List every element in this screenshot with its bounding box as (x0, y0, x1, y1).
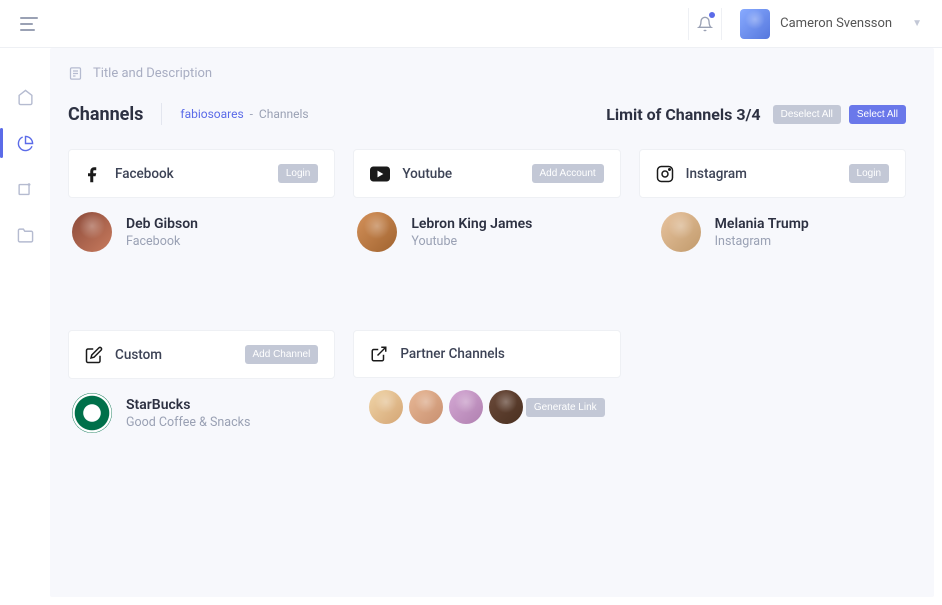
compose-icon (17, 181, 34, 198)
breadcrumb-link[interactable]: fabiosoares (180, 107, 243, 121)
home-icon (17, 89, 34, 106)
instagram-icon (656, 165, 674, 183)
account-sub: Instagram (715, 234, 809, 249)
login-button[interactable]: Login (849, 164, 889, 183)
add-account-button[interactable]: Add Account (532, 164, 604, 183)
nav-folder[interactable] (16, 226, 34, 244)
channel-account[interactable]: Deb Gibson Facebook (68, 198, 335, 270)
avatar[interactable] (409, 390, 443, 424)
external-link-icon (370, 345, 388, 363)
chevron-down-icon: ▼ (912, 18, 922, 29)
doc-icon (68, 66, 83, 81)
add-channel-button[interactable]: Add Channel (245, 345, 319, 364)
pie-icon (17, 135, 34, 152)
breadcrumb: fabiosoares - Channels (180, 107, 308, 121)
title-description-strip[interactable]: Title and Description (68, 66, 906, 81)
account-sub: Good Coffee & Snacks (126, 415, 250, 430)
folder-icon (17, 227, 34, 244)
divider (161, 103, 162, 125)
menu-toggle[interactable] (20, 17, 38, 31)
channel-card-instagram: Instagram Login Melania Trump Instagram (639, 149, 906, 270)
channel-card-facebook: Facebook Login Deb Gibson Facebook (68, 149, 335, 270)
avatar (72, 212, 112, 252)
account-name: StarBucks (126, 397, 250, 413)
card-title: Partner Channels (400, 346, 505, 362)
avatar[interactable] (369, 390, 403, 424)
youtube-icon (370, 166, 390, 182)
channel-card-youtube: Youtube Add Account Lebron King James Yo… (353, 149, 620, 270)
bell-icon (697, 16, 713, 32)
partner-avatars (369, 390, 523, 424)
account-sub: Facebook (126, 234, 198, 249)
page-title: Channels (68, 104, 143, 125)
card-title: Youtube (402, 166, 452, 182)
sidebar (0, 48, 50, 605)
card-title: Instagram (686, 166, 747, 182)
strip-label: Title and Description (93, 66, 212, 81)
card-title: Custom (115, 347, 162, 363)
user-name: Cameron Svensson (780, 16, 892, 31)
topbar: Cameron Svensson ▼ (0, 0, 942, 48)
channel-account[interactable]: Lebron King James Youtube (353, 198, 620, 270)
avatar (357, 212, 397, 252)
channel-card-custom: Custom Add Channel StarBucks Good Coffee… (68, 330, 335, 451)
generate-link-button[interactable]: Generate Link (526, 398, 605, 417)
avatar[interactable] (449, 390, 483, 424)
partner-row: Generate Link (353, 378, 620, 436)
avatar[interactable] (489, 390, 523, 424)
facebook-icon (85, 165, 103, 183)
account-name: Deb Gibson (126, 216, 198, 232)
channel-card-partner: Partner Channels Generate Link (353, 330, 620, 451)
user-menu[interactable]: Cameron Svensson ▼ (740, 9, 922, 39)
account-name: Lebron King James (411, 216, 532, 232)
notification-dot (709, 12, 715, 18)
nav-home[interactable] (16, 88, 34, 106)
header-left: Channels fabiosoares - Channels (68, 103, 309, 125)
main: Title and Description Channels fabiosoar… (50, 48, 934, 597)
channel-account[interactable]: Melania Trump Instagram (639, 198, 906, 270)
notifications-button[interactable] (688, 8, 722, 40)
limit-text: Limit of Channels 3/4 (606, 105, 760, 124)
account-name: Melania Trump (715, 216, 809, 232)
account-sub: Youtube (411, 234, 532, 249)
topbar-right: Cameron Svensson ▼ (688, 8, 922, 40)
card-title: Facebook (115, 166, 174, 182)
channels-grid: Facebook Login Deb Gibson Facebook (68, 149, 906, 451)
avatar (740, 9, 770, 39)
breadcrumb-current: Channels (259, 107, 309, 121)
deselect-all-button[interactable]: Deselect All (773, 105, 841, 124)
channel-account[interactable]: StarBucks Good Coffee & Snacks (68, 379, 335, 451)
select-all-button[interactable]: Select All (849, 105, 906, 124)
avatar (661, 212, 701, 252)
brand-logo (72, 393, 112, 433)
header-row: Channels fabiosoares - Channels Limit of… (68, 103, 906, 125)
login-button[interactable]: Login (278, 164, 318, 183)
nav-compose[interactable] (16, 180, 34, 198)
nav-analytics[interactable] (16, 134, 34, 152)
edit-icon (85, 346, 103, 364)
header-right: Limit of Channels 3/4 Deselect All Selec… (606, 105, 906, 124)
